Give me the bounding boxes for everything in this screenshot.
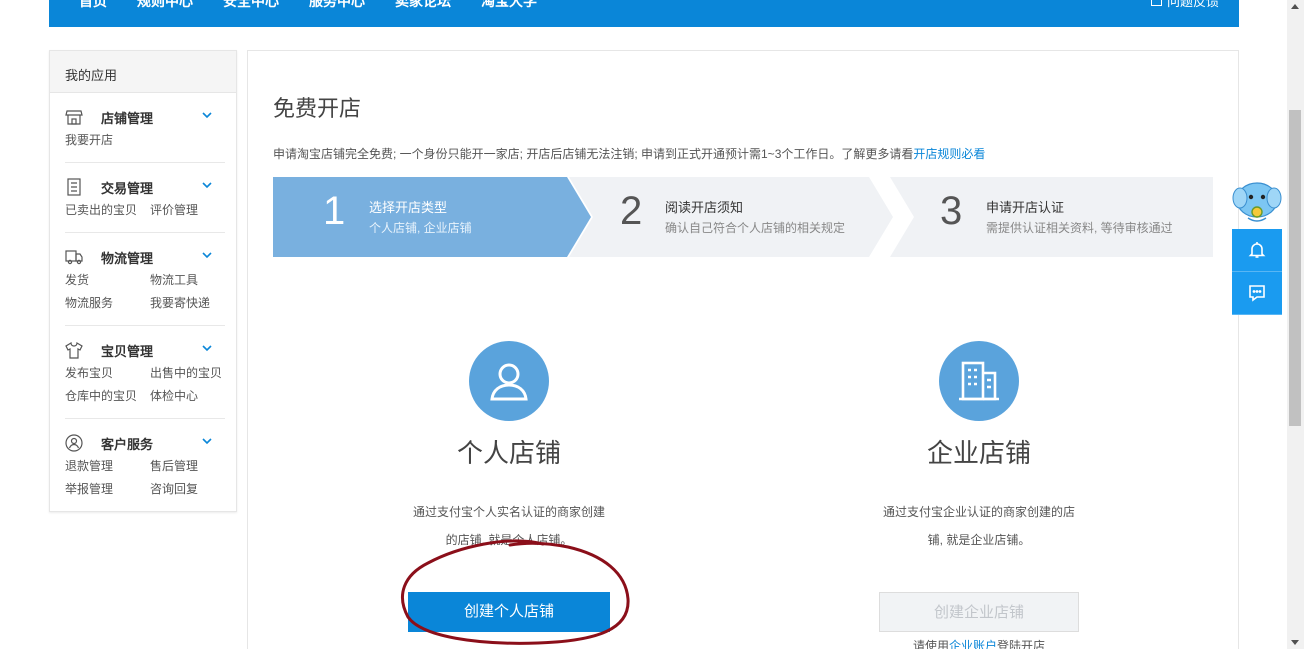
step-number: 1 xyxy=(323,189,346,233)
progress-steps: 1 选择开店类型 个人店铺, 企业店铺 2 阅读开店须知 确认自己符合个人店铺的… xyxy=(273,177,1213,257)
step-subtitle: 需提供认证相关资料, 等待审核通过 xyxy=(986,221,1173,235)
page-title: 免费开店 xyxy=(273,96,362,121)
enterprise-login-hint: 请使用企业账户登陆开店 xyxy=(829,637,1129,649)
personal-store-desc: 通过支付宝个人实名认证的商家创建 的店铺, 就是个人店铺。 xyxy=(409,498,609,554)
step-title: 阅读开店须知 xyxy=(665,200,744,215)
chevron-down-icon[interactable] xyxy=(201,342,213,354)
sidebar-item-inquiries[interactable]: 咨询回复 xyxy=(150,478,225,501)
chevron-down-icon[interactable] xyxy=(201,435,213,447)
chat-button[interactable] xyxy=(1232,272,1282,315)
desc-line: 的店铺, 就是个人店铺。 xyxy=(445,533,573,547)
notification-button[interactable] xyxy=(1232,229,1282,272)
chat-icon xyxy=(1249,285,1265,302)
step-number: 3 xyxy=(940,189,963,233)
hint-text: 登陆开店 xyxy=(997,639,1046,649)
scrollbar-thumb[interactable] xyxy=(1289,110,1301,426)
sidebar: 我的应用 店铺管理 我要开店 交易管理 已卖出的宝贝 评价管理 物流管理 发货 … xyxy=(49,50,237,512)
nav-link-forum[interactable]: 卖家论坛 xyxy=(395,0,451,11)
step-1: 1 选择开店类型 个人店铺, 企业店铺 xyxy=(273,177,573,257)
desc-line: 通过支付宝企业认证的商家创建的店 xyxy=(882,505,1075,519)
sidebar-item-reports[interactable]: 举报管理 xyxy=(65,478,150,501)
sidebar-item-on-sale[interactable]: 出售中的宝贝 xyxy=(150,362,225,385)
sidebar-item-aftersale[interactable]: 售后管理 xyxy=(150,455,225,478)
customer-icon xyxy=(65,434,83,452)
chevron-down-icon[interactable] xyxy=(201,179,213,191)
rules-link[interactable]: 开店规则必看 xyxy=(913,147,985,161)
nav-link-university[interactable]: 淘宝大学 xyxy=(481,0,537,11)
store-icon xyxy=(65,110,83,125)
desc-line: 铺, 就是企业店铺。 xyxy=(927,533,1031,547)
personal-store-title: 个人店铺 xyxy=(456,438,561,468)
sidebar-item-logistics-tools[interactable]: 物流工具 xyxy=(150,269,225,292)
chevron-down-icon[interactable] xyxy=(201,249,213,261)
sidebar-item-reviews[interactable]: 评价管理 xyxy=(150,199,225,222)
nav-link-security[interactable]: 安全中心 xyxy=(223,0,279,11)
create-personal-store-button[interactable]: 创建个人店铺 xyxy=(408,592,610,632)
sidebar-group-title[interactable]: 店铺管理 xyxy=(65,106,225,128)
nav-link-home[interactable]: 首页 xyxy=(79,0,107,11)
feedback-label: 问题反馈 xyxy=(1166,0,1219,9)
sidebar-item-publish[interactable]: 发布宝贝 xyxy=(65,362,150,385)
desc-line: 通过支付宝个人实名认证的商家创建 xyxy=(412,505,605,519)
vertical-scrollbar[interactable] xyxy=(1287,0,1304,649)
receipt-icon xyxy=(67,178,81,196)
sidebar-group-title[interactable]: 宝贝管理 xyxy=(65,339,225,361)
feedback-link[interactable]: 问题反馈 xyxy=(1150,0,1219,10)
step-title: 申请开店认证 xyxy=(986,200,1065,215)
enterprise-account-link[interactable]: 企业账户 xyxy=(949,639,997,649)
shirt-icon xyxy=(65,341,83,359)
edit-icon xyxy=(1150,0,1162,6)
sidebar-item-checkup[interactable]: 体检中心 xyxy=(150,385,225,408)
step-title: 选择开店类型 xyxy=(369,200,448,215)
sidebar-item-refunds[interactable]: 退款管理 xyxy=(65,455,150,478)
chevron-down-icon[interactable] xyxy=(201,109,213,121)
building-icon xyxy=(939,341,1019,421)
floating-toolbar xyxy=(1232,178,1282,315)
step-subtitle: 个人店铺, 企业店铺 xyxy=(369,221,472,235)
sidebar-header: 我的应用 xyxy=(50,51,236,93)
hint-text: 请使用 xyxy=(912,639,949,649)
step-2: 2 阅读开店须知 确认自己符合个人店铺的相关规定 xyxy=(573,177,893,257)
sidebar-item-send-express[interactable]: 我要寄快递 xyxy=(150,292,225,315)
enterprise-store-card: 企业店铺 通过支付宝企业认证的商家创建的店 铺, 就是企业店铺。 创建企业店铺 … xyxy=(829,341,1129,649)
nav-link-rules[interactable]: 规则中心 xyxy=(137,0,193,11)
sidebar-group-title[interactable]: 物流管理 xyxy=(65,246,225,268)
enterprise-store-title: 企业店铺 xyxy=(926,438,1031,468)
person-icon xyxy=(469,341,549,421)
create-enterprise-store-button: 创建企业店铺 xyxy=(879,592,1079,632)
sidebar-group-trade: 交易管理 已卖出的宝贝 评价管理 xyxy=(65,176,225,233)
scroll-down-arrow-icon[interactable] xyxy=(1291,640,1299,645)
truck-icon xyxy=(65,250,83,265)
top-nav-links: 首页 规则中心 安全中心 服务中心 卖家论坛 淘宝大学 xyxy=(79,0,567,11)
sidebar-group-logistics: 物流管理 发货 物流工具 物流服务 我要寄快递 xyxy=(65,246,225,326)
sidebar-item-sold[interactable]: 已卖出的宝贝 xyxy=(65,199,150,222)
bell-icon xyxy=(1248,242,1266,258)
sidebar-item-ship[interactable]: 发货 xyxy=(65,269,150,292)
sidebar-group-products: 宝贝管理 发布宝贝 出售中的宝贝 仓库中的宝贝 体检中心 xyxy=(65,339,225,419)
step-number: 2 xyxy=(620,189,643,233)
step-3: 3 申请开店认证 需提供认证相关资料, 等待审核通过 xyxy=(893,177,1213,257)
enterprise-store-desc: 通过支付宝企业认证的商家创建的店 铺, 就是企业店铺。 xyxy=(879,498,1079,554)
main-panel: 免费开店 申请淘宝店铺完全免费; 一个身份只能开一家店; 开店后店铺无法注销; … xyxy=(247,50,1239,649)
sidebar-item-logistics-service[interactable]: 物流服务 xyxy=(65,292,150,315)
sidebar-item-open-store[interactable]: 我要开店 xyxy=(65,129,150,152)
sidebar-group-store: 店铺管理 我要开店 xyxy=(65,106,225,163)
step-subtitle: 确认自己符合个人店铺的相关规定 xyxy=(665,221,846,235)
nav-link-service[interactable]: 服务中心 xyxy=(309,0,365,11)
top-nav-bar: 首页 规则中心 安全中心 服务中心 卖家论坛 淘宝大学 问题反馈 xyxy=(49,0,1239,27)
sidebar-group-title[interactable]: 客户服务 xyxy=(65,432,225,454)
sidebar-group-customer: 客户服务 退款管理 售后管理 举报管理 咨询回复 xyxy=(65,432,225,512)
sidebar-group-title[interactable]: 交易管理 xyxy=(65,176,225,198)
page-description: 申请淘宝店铺完全免费; 一个身份只能开一家店; 开店后店铺无法注销; 申请到正式… xyxy=(273,145,985,162)
sidebar-item-warehouse[interactable]: 仓库中的宝贝 xyxy=(65,385,150,408)
description-text: 申请淘宝店铺完全免费; 一个身份只能开一家店; 开店后店铺无法注销; 申请到正式… xyxy=(273,147,914,161)
scroll-up-arrow-icon[interactable] xyxy=(1291,4,1299,9)
personal-store-card: 个人店铺 通过支付宝个人实名认证的商家创建 的店铺, 就是个人店铺。 创建个人店… xyxy=(359,341,659,632)
mascot-icon[interactable] xyxy=(1232,178,1282,224)
